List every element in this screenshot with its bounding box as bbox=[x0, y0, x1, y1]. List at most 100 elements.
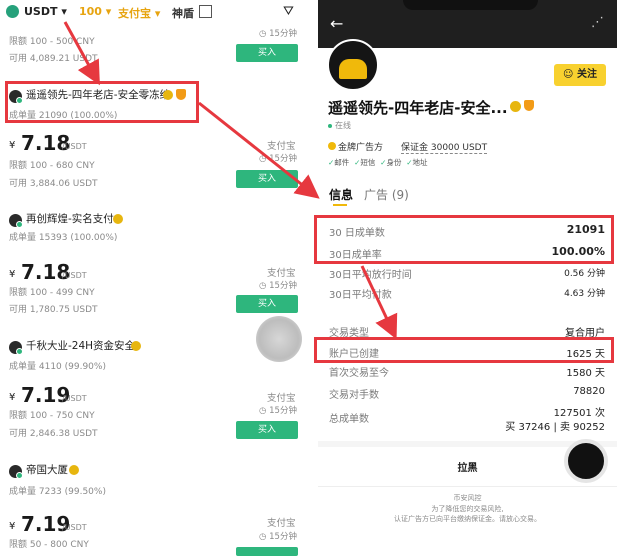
buy-button[interactable]: 买入 bbox=[236, 44, 298, 62]
buy-button[interactable]: 买入 bbox=[236, 421, 298, 439]
gold-badge-icon bbox=[113, 214, 123, 224]
price-unit: /USDT bbox=[62, 523, 87, 532]
available-text: 可用 2,846.38 USDT bbox=[9, 429, 98, 439]
limit-text: 限额 100 - 680 CNY bbox=[9, 161, 95, 171]
avatar bbox=[9, 465, 23, 479]
gold-merchant-icon bbox=[328, 142, 336, 150]
price-unit: /USDT bbox=[62, 271, 87, 280]
order-stats: 成单量 15393 (100.00%) bbox=[9, 233, 118, 243]
order-stats: 成单量 7233 (99.50%) bbox=[9, 487, 106, 497]
merchant-name-title: 遥遥领先-四年老店-安全... bbox=[328, 99, 508, 117]
payment-method: 支付宝 bbox=[267, 518, 296, 529]
currency-label: USDT bbox=[24, 5, 58, 18]
stat-label: 30日平均放行时间 bbox=[329, 270, 412, 281]
gold-merchant-label: 金牌广告方 bbox=[338, 143, 384, 153]
floating-assistive-button[interactable] bbox=[256, 316, 302, 362]
payment-label: 支付宝 bbox=[118, 7, 151, 20]
avatar-figures bbox=[339, 59, 367, 79]
detail-label: 首次交易至今 bbox=[329, 368, 389, 379]
merchant-name[interactable]: 千秋大业-24H资金安全 bbox=[26, 338, 135, 353]
yen-symbol: ¥ bbox=[9, 521, 16, 532]
merchant-avatar bbox=[327, 39, 379, 91]
merchant-detail-panel: ← ⋰ ☺ 关注 遥遥领先-四年老店-安全... 在线 金牌广告方 保证金 30… bbox=[314, 0, 617, 556]
limit-text: 限额 50 - 800 CNY bbox=[9, 540, 89, 550]
shendun-label: 神盾 bbox=[172, 7, 194, 20]
risk-title: 币安风控 bbox=[453, 494, 482, 502]
yen-symbol: ¥ bbox=[9, 269, 16, 280]
tab-underline bbox=[333, 204, 347, 206]
merchant-name[interactable]: 帝国大厦 bbox=[26, 462, 68, 477]
filter-icon[interactable]: ⛛ bbox=[283, 4, 294, 19]
tab-info[interactable]: 信息 bbox=[329, 186, 353, 203]
detail-value: 1580 天 bbox=[566, 368, 605, 379]
risk-text: 认证广告方已向平台缴纳保证金。请放心交易。 bbox=[394, 515, 541, 523]
buy-button[interactable]: 买入 bbox=[236, 295, 298, 313]
available-text: 可用 3,884.06 USDT bbox=[9, 179, 98, 189]
stat-value: 4.63 分钟 bbox=[564, 289, 605, 299]
highlight-box bbox=[314, 337, 614, 363]
gold-badge-icon bbox=[510, 101, 521, 112]
follow-label: 关注 bbox=[576, 69, 597, 80]
verify-address: 地址 bbox=[412, 158, 428, 167]
deposit-label[interactable]: 保证金 30000 USDT bbox=[401, 140, 488, 154]
limit-text: 限额 100 - 500 CNY bbox=[9, 37, 95, 47]
order-stats: 成单量 4110 (99.90%) bbox=[9, 362, 106, 372]
price-unit: /USDT bbox=[62, 394, 87, 403]
header-decoration bbox=[403, 0, 538, 10]
time-limit: ◷ 15分钟 bbox=[259, 29, 297, 39]
avatar bbox=[9, 341, 23, 355]
price-unit: /USDT bbox=[62, 142, 87, 151]
list-item[interactable]: 帝国大厦 成单量 7233 (99.50%) ¥ 7.19 /USDT 支付宝 … bbox=[0, 459, 306, 556]
online-status: 在线 bbox=[335, 121, 351, 130]
gold-badge-icon bbox=[69, 465, 79, 475]
shield-icon bbox=[524, 100, 534, 111]
share-icon[interactable]: ⋰ bbox=[591, 15, 604, 30]
filter-bar: USDT ▾ 100 ▾ 支付宝 ▾ 神盾 ⛛ bbox=[0, 0, 306, 24]
detail-label: 总成单数 bbox=[329, 414, 369, 425]
list-item[interactable]: 再创辉煌-实名支付 成单量 15393 (100.00%) ¥ 7.18 /US… bbox=[0, 205, 306, 327]
yen-symbol: ¥ bbox=[9, 392, 16, 403]
currency-selector[interactable]: USDT ▾ bbox=[24, 5, 67, 18]
amount-label: 100 bbox=[79, 5, 102, 18]
add-user-icon: ☺ bbox=[563, 69, 574, 80]
highlight-box bbox=[5, 81, 199, 123]
detail-label: 交易对手数 bbox=[329, 390, 379, 401]
stat-value: 0.56 分钟 bbox=[564, 269, 605, 279]
payment-filter[interactable]: 支付宝 ▾ bbox=[118, 5, 160, 21]
limit-text: 限额 100 - 499 CNY bbox=[9, 288, 95, 298]
available-text: 可用 1,780.75 USDT bbox=[9, 305, 98, 315]
payment-method: 支付宝 bbox=[267, 393, 296, 404]
payment-method: 支付宝 bbox=[267, 268, 296, 279]
verify-sms: 短信 bbox=[360, 158, 376, 167]
back-arrow-icon[interactable]: ← bbox=[330, 14, 343, 33]
risk-text: 为了降低您的交易风险, bbox=[431, 505, 504, 513]
ad-list-panel: USDT ▾ 100 ▾ 支付宝 ▾ 神盾 ⛛ ◷ 15分钟 限额 100 - … bbox=[0, 0, 306, 556]
usdt-icon bbox=[6, 5, 19, 18]
shendun-checkbox[interactable] bbox=[199, 5, 212, 18]
merchant-name[interactable]: 再创辉煌-实名支付 bbox=[26, 211, 114, 226]
tab-ads[interactable]: 广告 (9) bbox=[364, 186, 409, 203]
gold-badge-icon bbox=[131, 341, 141, 351]
online-dot bbox=[328, 124, 332, 128]
limit-text: 限额 100 - 750 CNY bbox=[9, 411, 95, 421]
buy-sell-split: 买 37246 | 卖 90252 bbox=[505, 422, 605, 433]
time-limit: ◷ 15分钟 bbox=[259, 281, 297, 291]
panel-divider bbox=[306, 0, 318, 556]
yen-symbol: ¥ bbox=[9, 140, 16, 151]
avatar bbox=[9, 214, 23, 228]
follow-button[interactable]: ☺ 关注 bbox=[554, 64, 606, 86]
verify-email: 邮件 bbox=[334, 158, 350, 167]
buy-button[interactable] bbox=[236, 547, 298, 556]
amount-filter[interactable]: 100 ▾ bbox=[79, 5, 111, 18]
buy-button[interactable]: 买入 bbox=[236, 170, 298, 188]
verification-row: ✓邮件 ✓短信 ✓身份 ✓地址 bbox=[328, 157, 428, 168]
available-text: 可用 4,089.21 USDT bbox=[9, 54, 98, 64]
detail-value: 127501 次 bbox=[553, 408, 605, 419]
payment-method: 支付宝 bbox=[267, 141, 296, 152]
time-limit: ◷ 15分钟 bbox=[259, 154, 297, 164]
time-limit: ◷ 15分钟 bbox=[259, 406, 297, 416]
detail-value: 78820 bbox=[573, 386, 605, 397]
highlight-box bbox=[314, 215, 614, 264]
time-limit: ◷ 15分钟 bbox=[259, 532, 297, 542]
floating-assistive-button[interactable] bbox=[564, 439, 608, 483]
